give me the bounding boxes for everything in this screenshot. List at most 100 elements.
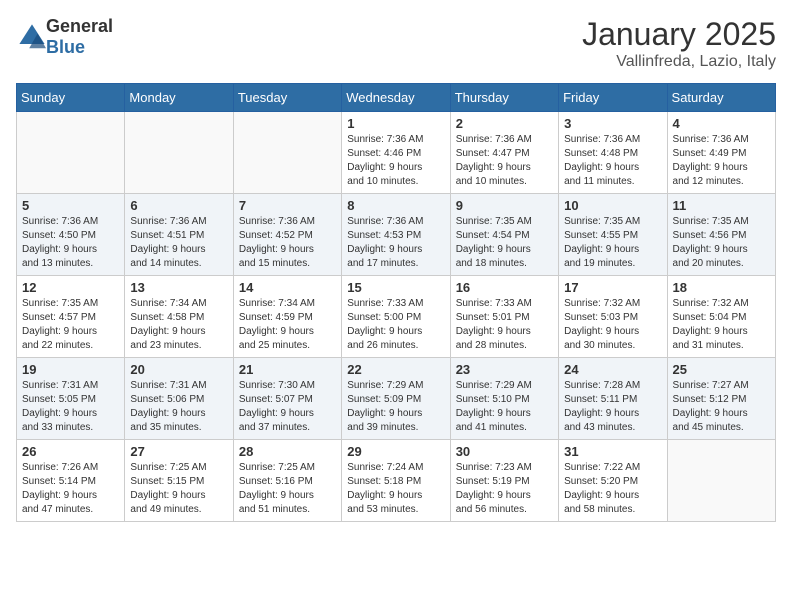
day-info: Sunrise: 7:35 AM Sunset: 4:56 PM Dayligh… <box>673 215 770 271</box>
day-number: 30 <box>456 444 553 459</box>
header-monday: Monday <box>125 84 233 112</box>
day-number: 3 <box>564 116 661 131</box>
day-number: 9 <box>456 198 553 213</box>
calendar-cell: 25 Sunrise: 7:27 AM Sunset: 5:12 PM Dayli… <box>667 358 775 440</box>
calendar-week-5: 26 Sunrise: 7:26 AM Sunset: 5:14 PM Dayli… <box>17 440 776 522</box>
calendar-cell: 24 Sunrise: 7:28 AM Sunset: 5:11 PM Dayli… <box>559 358 667 440</box>
header-saturday: Saturday <box>667 84 775 112</box>
day-info: Sunrise: 7:31 AM Sunset: 5:05 PM Dayligh… <box>22 379 119 435</box>
day-info: Sunrise: 7:29 AM Sunset: 5:10 PM Dayligh… <box>456 379 553 435</box>
day-info: Sunrise: 7:30 AM Sunset: 5:07 PM Dayligh… <box>239 379 336 435</box>
day-number: 25 <box>673 362 770 377</box>
day-info: Sunrise: 7:33 AM Sunset: 5:00 PM Dayligh… <box>347 297 444 353</box>
calendar-cell: 7Sunrise: 7:36 AM Sunset: 4:52 PM Daylig… <box>233 194 341 276</box>
calendar-week-3: 12 Sunrise: 7:35 AM Sunset: 4:57 PM Dayli… <box>17 276 776 358</box>
logo-blue: Blue <box>46 37 85 57</box>
calendar-cell: 1Sunrise: 7:36 AM Sunset: 4:46 PM Daylig… <box>342 112 450 194</box>
calendar-cell: 19Sunrise: 7:31 AM Sunset: 5:05 PM Dayli… <box>17 358 125 440</box>
day-info: Sunrise: 7:25 AM Sunset: 5:15 PM Dayligh… <box>130 461 227 517</box>
header-sunday: Sunday <box>17 84 125 112</box>
day-number: 6 <box>130 198 227 213</box>
day-info: Sunrise: 7:22 AM Sunset: 5:20 PM Dayligh… <box>564 461 661 517</box>
calendar-cell: 31 Sunrise: 7:22 AM Sunset: 5:20 PM Dayli… <box>559 440 667 522</box>
calendar-cell: 23 Sunrise: 7:29 AM Sunset: 5:10 PM Dayli… <box>450 358 558 440</box>
calendar-cell: 4 Sunrise: 7:36 AM Sunset: 4:49 PM Daylig… <box>667 112 775 194</box>
day-info: Sunrise: 7:36 AM Sunset: 4:49 PM Dayligh… <box>673 133 770 189</box>
calendar-cell: 30 Sunrise: 7:23 AM Sunset: 5:19 PM Dayli… <box>450 440 558 522</box>
day-info: Sunrise: 7:27 AM Sunset: 5:12 PM Dayligh… <box>673 379 770 435</box>
logo-icon <box>18 23 46 51</box>
day-number: 26 <box>22 444 119 459</box>
day-number: 5 <box>22 198 119 213</box>
day-number: 18 <box>673 280 770 295</box>
day-info: Sunrise: 7:36 AM Sunset: 4:47 PM Dayligh… <box>456 133 553 189</box>
day-number: 20 <box>130 362 227 377</box>
day-info: Sunrise: 7:32 AM Sunset: 5:03 PM Dayligh… <box>564 297 661 353</box>
day-info: Sunrise: 7:31 AM Sunset: 5:06 PM Dayligh… <box>130 379 227 435</box>
day-info: Sunrise: 7:36 AM Sunset: 4:48 PM Dayligh… <box>564 133 661 189</box>
header-friday: Friday <box>559 84 667 112</box>
day-number: 8 <box>347 198 444 213</box>
calendar-cell: 14 Sunrise: 7:34 AM Sunset: 4:59 PM Dayli… <box>233 276 341 358</box>
month-title: January 2025 <box>582 16 776 53</box>
calendar-cell: 13Sunrise: 7:34 AM Sunset: 4:58 PM Dayli… <box>125 276 233 358</box>
day-info: Sunrise: 7:23 AM Sunset: 5:19 PM Dayligh… <box>456 461 553 517</box>
day-number: 27 <box>130 444 227 459</box>
day-number: 10 <box>564 198 661 213</box>
logo: General Blue <box>16 16 113 58</box>
calendar-cell: 18 Sunrise: 7:32 AM Sunset: 5:04 PM Dayli… <box>667 276 775 358</box>
day-number: 23 <box>456 362 553 377</box>
day-info: Sunrise: 7:34 AM Sunset: 4:58 PM Dayligh… <box>130 297 227 353</box>
day-number: 28 <box>239 444 336 459</box>
day-number: 14 <box>239 280 336 295</box>
day-number: 2 <box>456 116 553 131</box>
calendar-week-1: 1Sunrise: 7:36 AM Sunset: 4:46 PM Daylig… <box>17 112 776 194</box>
calendar-cell: 21 Sunrise: 7:30 AM Sunset: 5:07 PM Dayli… <box>233 358 341 440</box>
calendar-cell: 28 Sunrise: 7:25 AM Sunset: 5:16 PM Dayli… <box>233 440 341 522</box>
calendar-cell: 22 Sunrise: 7:29 AM Sunset: 5:09 PM Dayli… <box>342 358 450 440</box>
calendar-cell: 12 Sunrise: 7:35 AM Sunset: 4:57 PM Dayli… <box>17 276 125 358</box>
calendar-cell: 16Sunrise: 7:33 AM Sunset: 5:01 PM Dayli… <box>450 276 558 358</box>
calendar-week-2: 5 Sunrise: 7:36 AM Sunset: 4:50 PM Daylig… <box>17 194 776 276</box>
day-number: 17 <box>564 280 661 295</box>
day-number: 31 <box>564 444 661 459</box>
location-title: Vallinfreda, Lazio, Italy <box>582 53 776 71</box>
calendar-cell <box>125 112 233 194</box>
day-number: 15 <box>347 280 444 295</box>
day-info: Sunrise: 7:33 AM Sunset: 5:01 PM Dayligh… <box>456 297 553 353</box>
calendar-cell: 8 Sunrise: 7:36 AM Sunset: 4:53 PM Daylig… <box>342 194 450 276</box>
calendar-cell: 20 Sunrise: 7:31 AM Sunset: 5:06 PM Dayli… <box>125 358 233 440</box>
title-section: January 2025 Vallinfreda, Lazio, Italy <box>582 16 776 71</box>
day-info: Sunrise: 7:35 AM Sunset: 4:55 PM Dayligh… <box>564 215 661 271</box>
day-number: 12 <box>22 280 119 295</box>
calendar-cell: 27 Sunrise: 7:25 AM Sunset: 5:15 PM Dayli… <box>125 440 233 522</box>
day-number: 24 <box>564 362 661 377</box>
calendar-cell: 3 Sunrise: 7:36 AM Sunset: 4:48 PM Daylig… <box>559 112 667 194</box>
day-number: 1 <box>347 116 444 131</box>
calendar-table: SundayMondayTuesdayWednesdayThursdayFrid… <box>16 83 776 522</box>
day-number: 11 <box>673 198 770 213</box>
calendar-cell: 6Sunrise: 7:36 AM Sunset: 4:51 PM Daylig… <box>125 194 233 276</box>
day-number: 7 <box>239 198 336 213</box>
day-info: Sunrise: 7:32 AM Sunset: 5:04 PM Dayligh… <box>673 297 770 353</box>
header-tuesday: Tuesday <box>233 84 341 112</box>
day-info: Sunrise: 7:28 AM Sunset: 5:11 PM Dayligh… <box>564 379 661 435</box>
day-info: Sunrise: 7:26 AM Sunset: 5:14 PM Dayligh… <box>22 461 119 517</box>
day-info: Sunrise: 7:34 AM Sunset: 4:59 PM Dayligh… <box>239 297 336 353</box>
day-info: Sunrise: 7:36 AM Sunset: 4:53 PM Dayligh… <box>347 215 444 271</box>
calendar-cell: 26 Sunrise: 7:26 AM Sunset: 5:14 PM Dayli… <box>17 440 125 522</box>
calendar-week-4: 19Sunrise: 7:31 AM Sunset: 5:05 PM Dayli… <box>17 358 776 440</box>
day-info: Sunrise: 7:29 AM Sunset: 5:09 PM Dayligh… <box>347 379 444 435</box>
day-number: 4 <box>673 116 770 131</box>
header-wednesday: Wednesday <box>342 84 450 112</box>
calendar-cell: 2 Sunrise: 7:36 AM Sunset: 4:47 PM Daylig… <box>450 112 558 194</box>
day-number: 22 <box>347 362 444 377</box>
calendar-cell: 15 Sunrise: 7:33 AM Sunset: 5:00 PM Dayli… <box>342 276 450 358</box>
day-number: 21 <box>239 362 336 377</box>
day-info: Sunrise: 7:25 AM Sunset: 5:16 PM Dayligh… <box>239 461 336 517</box>
day-info: Sunrise: 7:35 AM Sunset: 4:57 PM Dayligh… <box>22 297 119 353</box>
day-info: Sunrise: 7:36 AM Sunset: 4:50 PM Dayligh… <box>22 215 119 271</box>
day-info: Sunrise: 7:24 AM Sunset: 5:18 PM Dayligh… <box>347 461 444 517</box>
calendar-cell <box>233 112 341 194</box>
calendar-cell: 10 Sunrise: 7:35 AM Sunset: 4:55 PM Dayli… <box>559 194 667 276</box>
